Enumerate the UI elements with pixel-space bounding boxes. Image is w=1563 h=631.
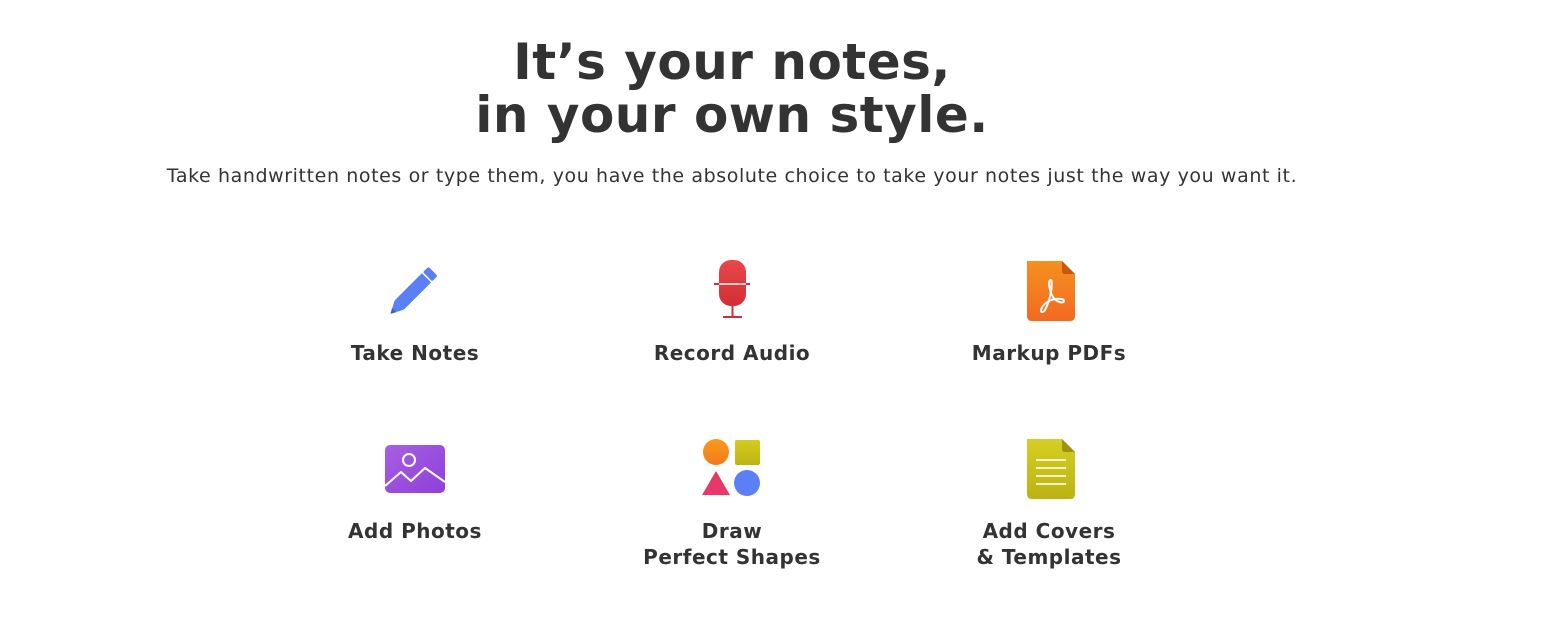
template-document-icon <box>1027 439 1075 499</box>
feature-take-notes[interactable]: Take Notes <box>265 258 565 366</box>
feature-add-covers-templates[interactable]: Add Covers & Templates <box>899 436 1199 570</box>
feature-add-photos[interactable]: Add Photos <box>265 436 565 544</box>
feature-label: Record Audio <box>653 341 811 365</box>
hero-title-line-1: It’s your notes, <box>513 33 951 91</box>
hero-subtitle: Take handwritten notes or type them, you… <box>166 165 1298 187</box>
microphone-icon <box>714 260 750 318</box>
feature-draw-perfect-shapes[interactable]: Draw Perfect Shapes <box>582 436 882 570</box>
feature-label: Add Covers & Templates <box>976 519 1122 569</box>
hero-section: It’s your notes, in your own style. <box>0 36 1464 142</box>
hero-title-line-2: in your own style. <box>475 86 989 144</box>
feature-record-audio[interactable]: Record Audio <box>582 258 882 366</box>
feature-label: Take Notes <box>350 341 480 365</box>
hero-title: It’s your notes, in your own style. <box>0 36 1464 142</box>
shapes-icon <box>702 439 760 496</box>
pdf-file-icon <box>1027 261 1075 321</box>
feature-label: Draw Perfect Shapes <box>643 519 821 569</box>
pencil-icon <box>390 267 437 314</box>
feature-markup-pdfs[interactable]: Markup PDFs <box>899 258 1199 366</box>
photo-icon <box>384 445 446 493</box>
feature-label: Add Photos <box>348 519 482 543</box>
feature-label: Markup PDFs <box>971 341 1127 365</box>
